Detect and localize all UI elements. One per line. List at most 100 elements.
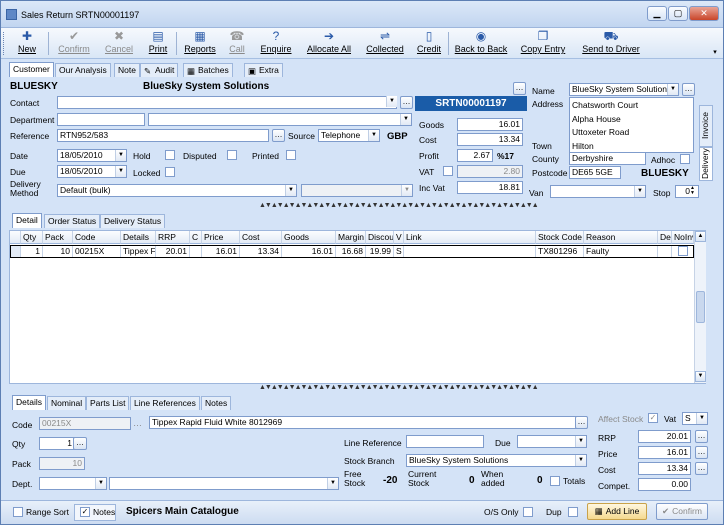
van-select[interactable]: ▼	[550, 185, 646, 198]
tab-notes[interactable]: Notes	[201, 396, 232, 410]
chevron-down-icon[interactable]: ▼	[115, 150, 126, 161]
minimize-icon[interactable]: ▁	[647, 6, 667, 21]
toolbar-send-to-driver-button[interactable]: ⛟ Send to Driver	[575, 29, 647, 58]
toolbar-enquire-button[interactable]: ? Enquire	[256, 29, 296, 58]
description-lookup-button[interactable]: …	[575, 416, 588, 429]
printed-checkbox[interactable]	[286, 150, 296, 160]
confirm-line-button[interactable]: ✔ Confirm	[656, 503, 708, 520]
tab-order-status[interactable]: Order Status	[44, 214, 101, 228]
rrp-field[interactable]: 20.01	[638, 430, 691, 443]
cell-reason[interactable]: Faulty	[584, 245, 658, 258]
rrp-lookup-button[interactable]: …	[695, 430, 708, 443]
top-splitter-handle[interactable]: ▲▼▲▼▲▼▲▼▲▼▲▼▲▼▲▼▲▼▲▼▲▼▲▼▲▼▲▼▲▼▲▼▲▼▲▼▲▼▲▼…	[259, 202, 539, 209]
tab-extra[interactable]: ▣ Extra	[244, 63, 283, 77]
totals-checkbox[interactable]	[550, 476, 560, 486]
county-field[interactable]: Derbyshire	[569, 152, 646, 165]
maximize-icon[interactable]: ▢	[668, 6, 688, 21]
line-description-field[interactable]: Tippex Rapid Fluid White 8012969	[149, 416, 587, 429]
tab-details[interactable]: Details	[12, 395, 46, 410]
cell-code[interactable]: 00215X	[73, 245, 121, 258]
source-select[interactable]: Telephone ▼	[318, 129, 380, 142]
row-selector[interactable]	[10, 245, 21, 258]
tab-detail[interactable]: Detail	[12, 213, 42, 228]
range-sort-checkbox[interactable]	[13, 507, 23, 517]
chevron-down-icon[interactable]: ▼	[575, 436, 586, 447]
tab-nominal[interactable]: Nominal	[47, 396, 87, 410]
tab-invoice[interactable]: Invoice	[699, 105, 713, 147]
chevron-down-icon[interactable]: ▼	[401, 185, 412, 196]
reference-lookup-button[interactable]: …	[272, 129, 285, 142]
qty-lookup-button[interactable]: …	[73, 437, 87, 450]
department-field[interactable]	[57, 113, 145, 126]
tab-line-references[interactable]: Line References	[130, 396, 200, 410]
toolbar-confirm-button[interactable]: ✔ Confirm	[51, 29, 97, 58]
reference-field[interactable]: RTN952/583	[57, 129, 269, 142]
toolbar-back-to-back-button[interactable]: ◉ Back to Back	[451, 29, 511, 58]
tab-customer[interactable]: Customer	[9, 62, 54, 77]
tab-delivery[interactable]: Delivery	[699, 147, 713, 181]
cell-v[interactable]: S	[394, 245, 404, 258]
chevron-down-icon[interactable]: ▼	[95, 478, 106, 489]
toolbar-allocate-all-button[interactable]: ➔ Allocate All	[300, 29, 358, 58]
cell-link[interactable]	[404, 245, 536, 258]
dept-select[interactable]: ▼	[39, 477, 107, 490]
disputed-checkbox[interactable]	[227, 150, 237, 160]
chevron-down-icon[interactable]: ▼	[575, 455, 586, 466]
cell-stock-code[interactable]: TX801296	[536, 245, 584, 258]
chevron-down-icon[interactable]: ▼	[115, 166, 126, 177]
vat-checkbox[interactable]	[443, 166, 453, 176]
due-field[interactable]: 18/05/2010 ▼	[57, 165, 127, 178]
totals-lookup-button[interactable]: …	[513, 82, 526, 95]
line-code-field[interactable]: 00215X	[39, 417, 131, 430]
chevron-down-icon[interactable]: ▼	[634, 186, 645, 197]
tab-note[interactable]: Note	[114, 63, 140, 77]
chevron-down-icon[interactable]: ▼	[696, 413, 707, 424]
toolbar-reports-button[interactable]: ▦ Reports	[181, 29, 219, 58]
contact-field[interactable]	[57, 96, 397, 109]
cell-pack[interactable]: 10	[43, 245, 73, 258]
toolbar-call-button[interactable]: ☎ Call	[222, 29, 252, 58]
noinv-checkbox[interactable]	[678, 246, 688, 256]
toolbar-cancel-button[interactable]: ✖ Cancel	[101, 29, 137, 58]
grid-scroll-thumb[interactable]	[696, 291, 705, 323]
table-row[interactable]: 1 10 00215X Tippex F 20.01 16.01 13.34 16.01 16.…	[10, 231, 694, 259]
toolbar-overflow-icon[interactable]: ▾	[709, 30, 721, 57]
adhoc-checkbox[interactable]	[680, 154, 690, 164]
affect-stock-checkbox[interactable]: ✓	[648, 413, 658, 423]
cost-lookup-button[interactable]: …	[695, 462, 708, 475]
delivery-method-sub-select[interactable]: ▼	[301, 184, 413, 197]
cell-qty[interactable]: 1	[21, 245, 43, 258]
address-lookup-button[interactable]: …	[682, 83, 695, 96]
cell-margin[interactable]: 16.68	[336, 245, 366, 258]
stock-branch-select[interactable]: BlueSky System Solutions ▼	[406, 454, 587, 467]
department-sub-field[interactable]: ▼	[148, 113, 412, 126]
notes-checkbox[interactable]: ✓	[80, 507, 90, 517]
toolbar-credit-button[interactable]: ▯ Credit	[412, 29, 446, 58]
hold-checkbox[interactable]	[165, 150, 175, 160]
qty-field[interactable]: 1	[39, 437, 75, 450]
dept-sub-select[interactable]: ▼	[109, 477, 339, 490]
due-detail-select[interactable]: ▼	[517, 435, 587, 448]
toolbar-collected-button[interactable]: ⇌ Collected	[362, 29, 408, 58]
cost-detail-field[interactable]: 13.34	[638, 462, 691, 475]
stop-field[interactable]: 0	[675, 185, 699, 198]
cell-cost[interactable]: 13.34	[240, 245, 282, 258]
scroll-up-icon[interactable]: ▲	[695, 231, 706, 242]
toolbar-new-button[interactable]: ✚ New	[9, 29, 45, 58]
locked-checkbox[interactable]	[165, 167, 175, 177]
compet-field[interactable]: 0.00	[638, 478, 691, 491]
cell-de[interactable]	[658, 245, 672, 258]
cell-price[interactable]: 16.01	[202, 245, 240, 258]
postcode-field[interactable]: DE65 5GE	[569, 166, 621, 179]
code-lookup-button[interactable]: …	[133, 418, 142, 428]
cell-c[interactable]	[190, 245, 202, 258]
os-only-checkbox[interactable]	[523, 507, 533, 517]
price-lookup-button[interactable]: …	[695, 446, 708, 459]
grid-scrollbar[interactable]: ▲ ▼	[694, 231, 706, 383]
scroll-down-icon[interactable]: ▼	[695, 371, 706, 382]
date-field[interactable]: 18/05/2010 ▼	[57, 149, 127, 162]
contact-lookup-button[interactable]: …	[400, 96, 413, 109]
cell-rrp[interactable]: 20.01	[156, 245, 190, 258]
chevron-down-icon[interactable]: ▼	[285, 185, 296, 196]
chevron-down-icon[interactable]: ▼	[386, 96, 397, 107]
